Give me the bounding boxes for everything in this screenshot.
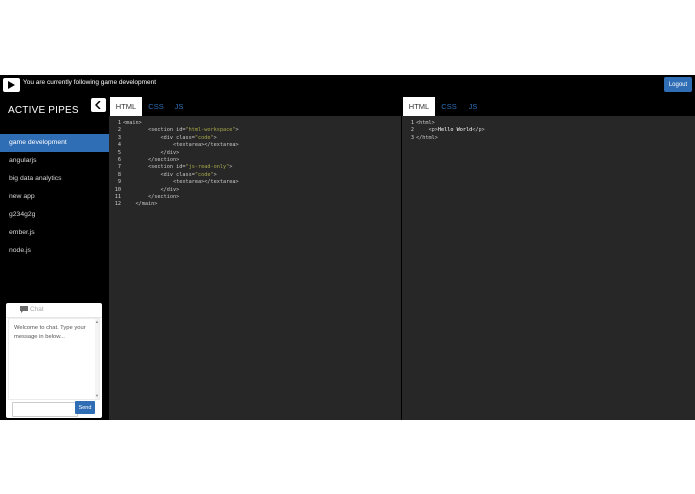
sidebar-item-nodejs[interactable]: node.js xyxy=(0,242,109,260)
scroll-up-icon[interactable]: ▲ xyxy=(95,320,99,324)
tab-js-right[interactable]: JS xyxy=(464,97,482,116)
left-code-line[interactable]: <div class="code"> xyxy=(123,135,239,142)
chat-bubble-icon xyxy=(20,306,28,313)
right-code-line[interactable]: <html> xyxy=(416,120,485,127)
left-line-number: 7 xyxy=(117,164,121,171)
right-tab-bar: HTML CSS JS xyxy=(402,95,695,116)
left-line-number: 12 xyxy=(114,201,121,208)
tab-js-left[interactable]: JS xyxy=(170,97,188,116)
left-line-number: 8 xyxy=(117,171,121,178)
scroll-down-icon[interactable]: ▼ xyxy=(95,394,99,398)
tab-css-right[interactable]: CSS xyxy=(439,97,459,116)
send-button[interactable]: Send xyxy=(75,401,95,414)
left-line-number: 2 xyxy=(117,127,121,134)
right-code-line[interactable]: <p>Hello World</p> xyxy=(416,127,485,134)
chat-messages: Welcome to chat. Type your message in be… xyxy=(8,318,100,400)
left-line-number: 3 xyxy=(117,134,121,141)
left-line-number: 9 xyxy=(117,179,121,186)
left-code-line[interactable]: <textarea></textarea> xyxy=(123,142,239,149)
tab-css-left[interactable]: CSS xyxy=(146,97,166,116)
left-line-number: 6 xyxy=(117,157,121,164)
left-code-line[interactable]: </div> xyxy=(123,150,239,157)
left-code-line[interactable]: <textarea></textarea> xyxy=(123,179,239,186)
play-icon xyxy=(8,81,15,89)
right-code-content[interactable]: <html> <p>Hello World</p> </html> xyxy=(416,120,485,142)
left-line-number: 4 xyxy=(117,142,121,149)
top-bar: You are currently following game develop… xyxy=(0,75,695,95)
left-code-line[interactable]: <main> xyxy=(123,120,239,127)
sidebar: ACTIVE PIPES game development angularjs … xyxy=(0,95,109,420)
play-button[interactable] xyxy=(3,78,20,92)
left-code-content[interactable]: <main> <section id="html-workspace"> <di… xyxy=(123,120,239,209)
html-workspace-pane: HTML CSS JS 1 2 3 4 5 6 7 8 9 10 11 12 <main> <sect… xyxy=(91,95,401,420)
sidebar-item-new-app[interactable]: new app xyxy=(0,188,109,206)
left-code-line[interactable]: </main> xyxy=(123,201,239,208)
chevron-left-icon xyxy=(95,101,101,109)
chat-panel: Chat Welcome to chat. Type your message … xyxy=(6,303,102,418)
left-line-number: 5 xyxy=(117,149,121,156)
left-line-numbers: 1 2 3 4 5 6 7 8 9 10 11 12 xyxy=(109,120,121,209)
left-line-number: 11 xyxy=(114,194,121,201)
right-line-numbers: 123 xyxy=(402,120,414,142)
sidebar-item-g234g2g[interactable]: g234g2g xyxy=(0,206,109,224)
sidebar-item-big-data-analytics[interactable]: big data analytics xyxy=(0,170,109,188)
right-code-line[interactable]: </html> xyxy=(416,135,485,142)
left-code-line[interactable]: </section> xyxy=(123,157,239,164)
sidebar-item-angularjs[interactable]: angularjs xyxy=(0,152,109,170)
right-line-number: 1 xyxy=(410,120,414,126)
right-line-number: 3 xyxy=(410,134,414,141)
chat-title: Chat xyxy=(30,306,44,313)
right-code-editor[interactable]: 123 <html> <p>Hello World</p> </html> xyxy=(402,116,695,420)
left-code-line[interactable]: <div class="code"> xyxy=(123,172,239,179)
tab-html-right[interactable]: HTML xyxy=(403,97,435,116)
left-code-line[interactable]: <section id="js-read-only"> xyxy=(123,164,239,171)
tab-html-left[interactable]: HTML xyxy=(110,97,142,116)
pipe-list: game development angularjs big data anal… xyxy=(0,134,109,260)
chat-welcome-message: Welcome to chat. Type your message in be… xyxy=(14,325,86,340)
app-window: You are currently following game develop… xyxy=(0,75,695,420)
logout-button[interactable]: Logout xyxy=(664,77,692,92)
left-code-line[interactable]: </section> xyxy=(123,194,239,201)
right-line-number: 2 xyxy=(410,127,414,134)
left-code-line[interactable]: </div> xyxy=(123,187,239,194)
preview-pane: HTML CSS JS 123 <html> <p>Hello World</p… xyxy=(402,95,695,420)
collapse-sidebar-button[interactable] xyxy=(91,98,106,112)
sidebar-item-game-development[interactable]: game development xyxy=(0,134,109,152)
left-line-number: 1 xyxy=(117,120,121,126)
left-code-line[interactable]: <section id="html-workspace"> xyxy=(123,127,239,134)
left-code-editor[interactable]: 1 2 3 4 5 6 7 8 9 10 11 12 <main> <section id="html… xyxy=(109,116,401,420)
chat-input[interactable] xyxy=(12,402,78,417)
chat-scrollbar[interactable]: ▲ ▼ xyxy=(95,319,99,399)
left-tab-bar: HTML CSS JS xyxy=(91,95,401,116)
left-line-number: 10 xyxy=(114,186,121,193)
chat-header: Chat xyxy=(6,303,102,318)
sidebar-title: ACTIVE PIPES xyxy=(8,105,79,116)
following-status-text: You are currently following game develop… xyxy=(23,79,157,86)
sidebar-item-emberjs[interactable]: ember.js xyxy=(0,224,109,242)
